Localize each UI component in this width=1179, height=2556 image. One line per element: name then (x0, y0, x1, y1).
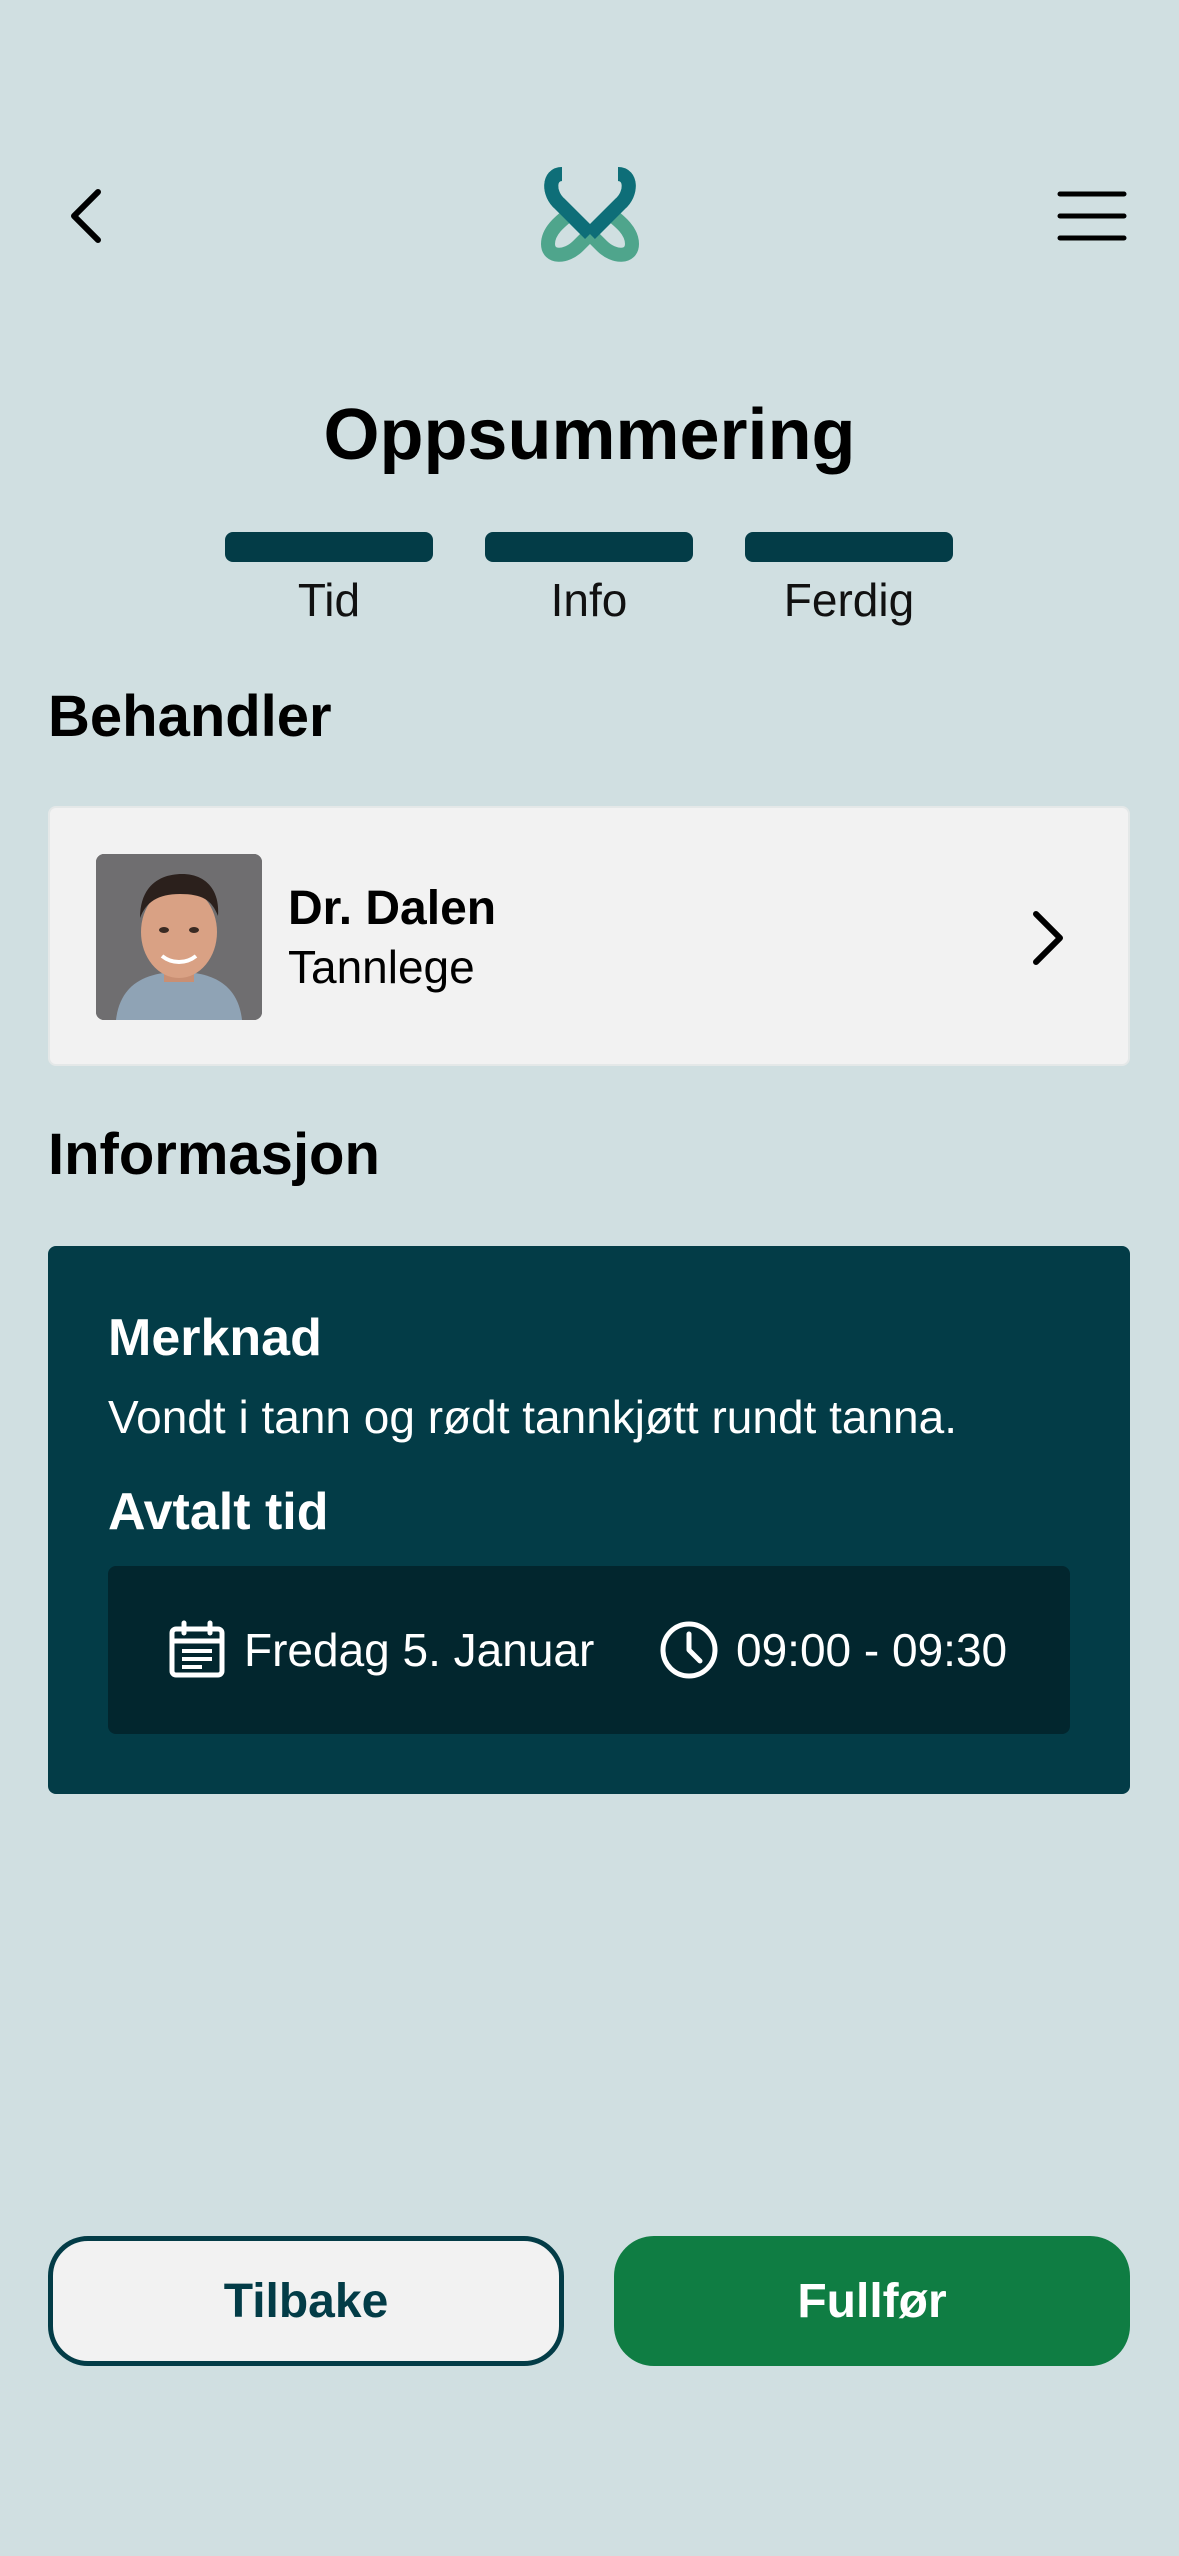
calendar-icon (169, 1620, 225, 1678)
note-title: Merknad (108, 1309, 322, 1367)
back-button[interactable] (56, 176, 116, 256)
chevron-left-icon (71, 189, 101, 243)
provider-role: Tannlege (288, 941, 475, 993)
appointment-date-text: Fredag 5. Januar (244, 1624, 595, 1676)
chevron-right-icon (1033, 911, 1063, 965)
appointment-time: 09:00 - 09:30 (658, 1618, 1007, 1682)
appointment-date: Fredag 5. Januar (166, 1618, 594, 1682)
step-bar (225, 532, 433, 562)
page-title: Oppsummering (323, 395, 856, 475)
info-card: Merknad Vondt i tann og rødt tannkjøtt r… (48, 1246, 1130, 1794)
step-label: Info (550, 574, 628, 626)
finish-button[interactable]: Fullfør (614, 2236, 1130, 2366)
step-label: Ferdig (783, 574, 915, 626)
step-tid: Tid (224, 532, 434, 628)
avatar (96, 854, 262, 1020)
hamburger-menu-icon[interactable] (1056, 186, 1128, 246)
logo-icon (540, 167, 640, 262)
clock-icon (660, 1621, 718, 1679)
appointment-time-text: 09:00 - 09:30 (736, 1624, 1008, 1676)
provider-name: Dr. Dalen (288, 882, 497, 935)
step-ferdig: Ferdig (744, 532, 954, 628)
step-bar (485, 532, 693, 562)
step-info: Info (484, 532, 694, 628)
appointment-time-box: Fredag 5. Januar 09:00 - 09:30 (108, 1566, 1070, 1734)
back-nav-button[interactable]: Tilbake (48, 2236, 564, 2366)
step-label: Tid (297, 574, 361, 626)
provider-section-title: Behandler (48, 684, 332, 749)
info-section-title: Informasjon (48, 1122, 380, 1187)
provider-card[interactable]: Dr. Dalen Tannlege (48, 806, 1130, 1066)
progress-stepper: Tid Info Ferdig (224, 532, 954, 642)
step-bar (745, 532, 953, 562)
appointment-time-title: Avtalt tid (108, 1483, 329, 1541)
note-text: Vondt i tann og rødt tannkjøtt rundt tan… (108, 1391, 957, 1443)
